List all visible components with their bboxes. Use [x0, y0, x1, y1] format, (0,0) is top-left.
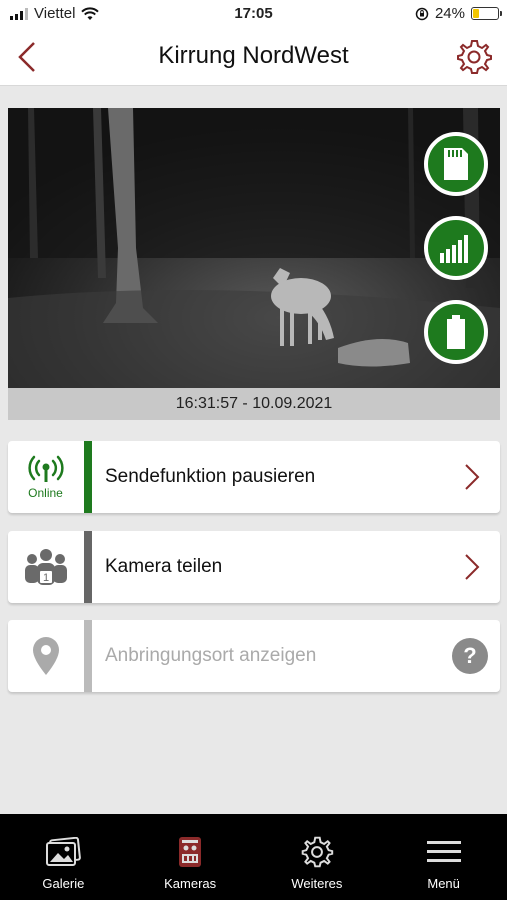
gear-icon	[457, 40, 492, 74]
signal-strength-status	[424, 216, 488, 280]
tab-bar: Galerie Kameras Weiteres Menü	[0, 814, 507, 900]
camera-device-icon	[171, 834, 209, 870]
share-camera-row[interactable]: 1 Kamera teilen	[8, 531, 500, 603]
gallery-icon	[44, 834, 82, 870]
status-bar: Viettel 17:05 24%	[0, 0, 507, 28]
battery-icon	[471, 7, 502, 20]
image-timestamp: 16:31:57 - 10.09.2021	[8, 388, 500, 420]
tab-weiteres[interactable]: Weiteres	[254, 814, 381, 900]
page-title: Kirrung NordWest	[158, 42, 349, 69]
online-label: Online	[28, 485, 63, 500]
status-right: 24%	[415, 5, 502, 22]
status-stripe	[84, 441, 92, 513]
battery-fill	[473, 9, 479, 18]
tab-galerie[interactable]: Galerie	[0, 814, 127, 900]
tab-menu[interactable]: Menü	[380, 814, 507, 900]
show-location-label: Anbringungsort anzeigen	[105, 645, 317, 666]
antenna-icon	[27, 455, 64, 482]
battery-icon	[447, 315, 465, 349]
chevron-right-icon	[465, 554, 480, 580]
sd-card-status	[424, 132, 488, 196]
location-icon-wrap	[8, 620, 83, 692]
hamburger-menu-icon	[425, 834, 463, 870]
location-pin-icon	[32, 637, 59, 675]
share-icon-wrap: 1	[8, 531, 83, 603]
tab-label: Galerie	[42, 876, 85, 891]
settings-button[interactable]	[455, 38, 493, 76]
online-status: Online	[8, 441, 83, 513]
chevron-right-icon	[465, 464, 480, 490]
header: Kirrung NordWest	[0, 28, 507, 86]
back-button[interactable]	[12, 40, 42, 74]
orientation-lock-icon	[415, 7, 429, 20]
location-stripe	[84, 620, 92, 692]
share-count: 1	[42, 572, 48, 584]
camera-preview[interactable]: 16:31:57 - 10.09.2021	[8, 108, 500, 420]
show-location-row[interactable]: Anbringungsort anzeigen ?	[8, 620, 500, 692]
tab-label: Weiteres	[291, 876, 343, 891]
chevron-left-icon	[18, 42, 35, 72]
pause-transmission-row[interactable]: Online Sendefunktion pausieren	[8, 441, 500, 513]
help-button[interactable]: ?	[452, 638, 488, 674]
battery-status	[424, 300, 488, 364]
users-icon: 1	[24, 549, 67, 585]
pause-transmission-label: Sendefunktion pausieren	[105, 466, 316, 487]
tab-kameras[interactable]: Kameras	[127, 814, 254, 900]
tab-label: Menü	[427, 876, 460, 891]
share-camera-label: Kamera teilen	[105, 556, 223, 577]
gear-icon	[298, 834, 336, 870]
tab-label: Kameras	[164, 876, 217, 891]
sd-card-icon	[444, 148, 468, 180]
battery-percent: 24%	[434, 5, 465, 22]
share-stripe	[84, 531, 92, 603]
signal-strength-icon	[440, 235, 468, 263]
